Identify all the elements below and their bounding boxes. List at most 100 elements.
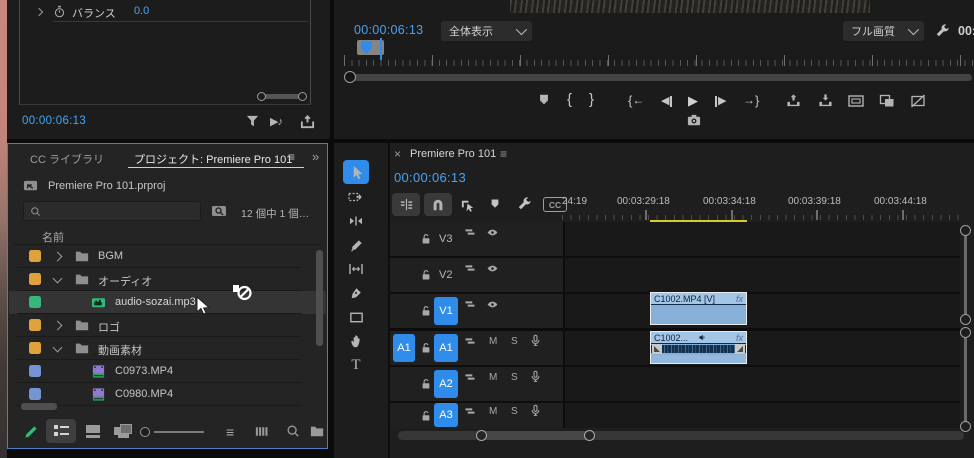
effect-mini-scrollbar[interactable] (257, 92, 307, 101)
monitor-time-ruler[interactable] (344, 52, 974, 66)
timeline-ruler-ticks[interactable] (562, 209, 960, 220)
lift-icon[interactable] (786, 93, 801, 108)
track-lock-icon[interactable] (420, 378, 432, 390)
label-chip-orange[interactable] (29, 273, 41, 285)
stopwatch-icon[interactable] (53, 5, 66, 18)
track-output-eye-icon[interactable] (486, 298, 499, 311)
project-tab-menu-icon[interactable]: ≡ (288, 150, 295, 164)
tab-cc-libraries[interactable]: CC ライブラリ (30, 151, 104, 167)
rectangle-tool-button[interactable] (343, 305, 369, 329)
track-lock-icon[interactable] (420, 269, 432, 281)
track-target-a1[interactable]: A1 (434, 334, 458, 362)
proxy-toggle-icon[interactable] (910, 93, 926, 109)
clip-row-c0973[interactable]: C0973.MP4 (9, 360, 326, 383)
bin-row-logo[interactable]: ロゴ (9, 314, 326, 337)
zoom-slider-handle[interactable] (140, 427, 150, 437)
ripple-edit-tool-button[interactable] (343, 209, 369, 233)
mute-button[interactable]: M (489, 406, 497, 417)
hand-tool-button[interactable] (343, 329, 369, 353)
sync-lock-icon[interactable] (464, 335, 476, 347)
label-chip-orange[interactable] (29, 342, 41, 354)
bin-row-footage[interactable]: 動画素材 (9, 337, 326, 360)
filter-icon[interactable] (245, 114, 260, 129)
monitor-zoom-scrollbar[interactable] (348, 74, 972, 81)
v-scroll-handle[interactable] (960, 314, 971, 325)
track-target-a3[interactable]: A3 (434, 403, 458, 427)
timeline-settings-wrench-icon[interactable] (517, 196, 532, 211)
param-value[interactable]: 0.0 (134, 5, 149, 17)
slip-tool-button[interactable] (343, 257, 369, 281)
chevron-right-icon[interactable] (52, 320, 63, 331)
mute-button[interactable]: M (489, 336, 497, 347)
playback-quality-select[interactable]: フル画質 (843, 21, 924, 41)
multicam-icon[interactable] (879, 93, 895, 109)
selection-tool-button[interactable] (343, 160, 369, 184)
timeline-panel-menu-icon[interactable]: ≡ (500, 147, 507, 161)
timeline-vertical-scrollbar-video[interactable] (964, 231, 967, 319)
sync-lock-icon[interactable] (464, 262, 476, 274)
project-vertical-scrollbar[interactable] (316, 250, 323, 346)
timeline-audio-clip[interactable]: C1002... fx (650, 331, 747, 364)
source-patch-a1[interactable]: A1 (393, 334, 415, 362)
type-tool-button[interactable]: T (343, 353, 369, 377)
zoom-level-select[interactable]: 全体表示 (441, 21, 532, 41)
timeline-add-marker-icon[interactable] (489, 198, 501, 210)
writable-pencil-icon[interactable] (24, 424, 39, 439)
column-header-name[interactable]: 名前 (42, 229, 64, 245)
solo-button[interactable]: S (511, 406, 518, 417)
bin-row-audio[interactable]: オーディオ (9, 268, 326, 291)
timeline-vertical-scrollbar-audio[interactable] (964, 333, 967, 425)
play-audio-icon[interactable]: ▶♪ (270, 115, 283, 128)
add-marker-icon[interactable] (537, 93, 551, 107)
play-button[interactable]: ▶ (688, 94, 698, 107)
label-chip-orange[interactable] (29, 250, 41, 262)
voiceover-mic-icon[interactable] (529, 404, 542, 417)
snap-toggle[interactable] (424, 193, 452, 216)
step-back-button[interactable]: ◀ (661, 95, 673, 108)
chevron-down-icon[interactable] (52, 342, 63, 353)
track-output-eye-icon[interactable] (486, 262, 499, 275)
razor-tool-button[interactable] (343, 233, 369, 257)
track-lock-icon[interactable] (420, 233, 432, 245)
mark-out-button[interactable]: } (589, 92, 594, 107)
timeline-tab-title[interactable]: Premiere Pro 101 (410, 148, 496, 160)
more-tabs-icon[interactable]: » (312, 149, 319, 164)
label-chip-green[interactable] (29, 296, 41, 308)
voiceover-mic-icon[interactable] (529, 370, 542, 383)
v-scroll-handle[interactable] (960, 327, 971, 338)
clip-trim-handle-right[interactable] (735, 344, 745, 354)
render-export-icon[interactable] (300, 114, 315, 129)
fx-badge[interactable]: fx (736, 294, 743, 304)
project-horizontal-scrollbar[interactable] (21, 403, 57, 410)
chevron-right-icon[interactable] (52, 251, 63, 262)
v-scroll-handle[interactable] (960, 225, 971, 236)
bin-up-icon[interactable] (23, 178, 38, 193)
track-select-tool-button[interactable] (343, 185, 369, 209)
track-lock-icon[interactable] (420, 410, 432, 422)
go-to-out-button[interactable]: →} (743, 94, 759, 108)
filmstrip-icon[interactable] (254, 424, 269, 439)
timeline-tab-close-icon[interactable]: × (394, 147, 401, 161)
search-bin-icon[interactable] (211, 203, 227, 219)
project-file-name[interactable]: Premiere Pro 101.prproj (48, 180, 165, 192)
insert-as-nest-toggle[interactable] (392, 193, 420, 216)
tab-project[interactable]: プロジェクト: Premiere Pro 101 (134, 151, 292, 167)
clip-row-c0980[interactable]: C0980.MP4 (9, 383, 326, 406)
mark-in-button[interactable]: { (567, 92, 572, 107)
param-expand-chevron[interactable] (34, 7, 44, 17)
mute-button[interactable]: M (489, 372, 497, 383)
track-target-v3[interactable]: V3 (439, 233, 452, 245)
timeline-video-clip[interactable]: C1002.MP4 [V] fx (650, 292, 747, 325)
clip-row-audio-sozai[interactable]: audio-sozai.mp3 (9, 291, 326, 314)
track-target-a2[interactable]: A2 (434, 370, 458, 398)
monitor-timecode[interactable]: 00:00:06:13 (354, 23, 423, 37)
track-header-divider[interactable] (563, 222, 565, 428)
fx-badge[interactable]: fx (736, 333, 743, 343)
label-chip-orange[interactable] (29, 319, 41, 331)
clip-trim-handle-left[interactable] (652, 344, 662, 354)
label-chip-blue[interactable] (29, 388, 41, 400)
bin-row-bgm[interactable]: BGM (9, 245, 326, 268)
label-chip-blue[interactable] (29, 365, 41, 377)
voiceover-mic-icon[interactable] (529, 334, 542, 347)
h-scroll-thumb[interactable] (481, 431, 587, 440)
